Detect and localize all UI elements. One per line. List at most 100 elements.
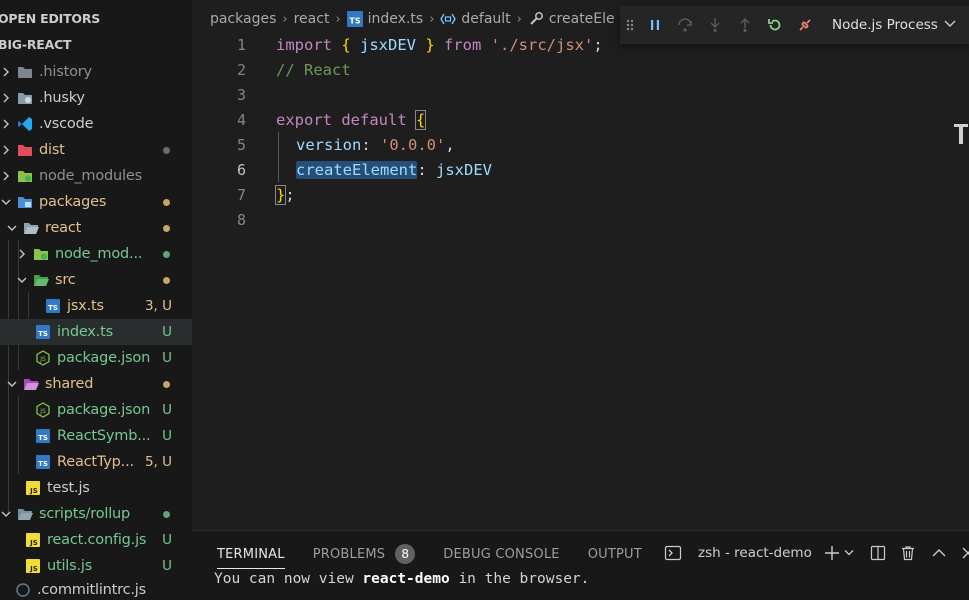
tree-item-history[interactable]: .history (0, 59, 192, 85)
tree-item-scripts-rollup[interactable]: scripts/rollup (0, 501, 192, 527)
drag-handle-icon[interactable] (620, 10, 640, 40)
code-line: 5 version: '0.0.0', (192, 132, 969, 157)
breadcrumb-symbol-create-element[interactable]: createEle (549, 11, 615, 27)
tree-item-react-config-js[interactable]: JS react.config.js U (0, 527, 192, 553)
shared-folder-open-icon (23, 376, 39, 392)
scrollbar-cursor-marker[interactable] (952, 124, 969, 144)
code-text: // React (276, 60, 351, 79)
tab-problems[interactable]: PROBLEMS 8 (313, 543, 416, 565)
tree-item-jsx-ts[interactable]: TS jsx.ts 3, U (0, 293, 192, 319)
step-out-icon[interactable] (730, 10, 760, 40)
code-text: }; (274, 184, 295, 205)
tree-item-label: package.json (57, 350, 151, 366)
tree-item-react[interactable]: react (0, 215, 192, 241)
status-dot (163, 146, 170, 154)
tree-item-react-symbols[interactable]: TS ReactSymb... U (0, 423, 192, 449)
tree-item-label: utils.js (47, 558, 93, 574)
tree-item-src[interactable]: src (0, 267, 192, 293)
line-number: 8 (236, 210, 246, 229)
svg-text:JS: JS (29, 539, 38, 547)
breadcrumb-symbol-default[interactable]: default (461, 11, 510, 27)
breadcrumb-file[interactable]: index.ts (368, 11, 424, 27)
typescript-icon: TS (346, 11, 363, 27)
chevron-down-icon (0, 189, 12, 215)
git-status: U (162, 350, 172, 366)
bottom-panel: TERMINAL PROBLEMS 8 DEBUG CONSOLE OUTPUT … (192, 530, 969, 600)
tree-item-react-types[interactable]: TS ReactTyp... 5, U (0, 449, 192, 475)
tree-item-index-ts[interactable]: TS index.ts U (0, 319, 192, 345)
tree-item-vscode[interactable]: .vscode (0, 111, 192, 137)
javascript-icon: JS (25, 532, 41, 548)
terminal-icon (664, 541, 682, 565)
tree-item-husky[interactable]: .husky (0, 85, 192, 111)
tab-debug-console[interactable]: DEBUG CONSOLE (443, 543, 559, 565)
tree-item-node-modules[interactable]: node_modules (0, 163, 192, 189)
pause-icon[interactable] (640, 10, 670, 40)
status-dot (163, 250, 170, 258)
disconnect-icon[interactable] (790, 10, 820, 40)
tree-item-label: jsx.ts (67, 298, 104, 314)
breadcrumb-separator-icon: › (282, 11, 288, 27)
tree-item-package-json[interactable]: JS package.json U (0, 345, 192, 371)
status-dot (163, 224, 170, 232)
add-terminal-icon[interactable] (824, 541, 840, 565)
wrench-icon (528, 11, 544, 27)
tree-item-packages[interactable]: packages (0, 189, 192, 215)
typescript-icon: TS (35, 324, 51, 340)
tab-terminal[interactable]: TERMINAL (217, 543, 285, 569)
debug-session-select[interactable]: Node.js Process (832, 17, 956, 33)
tree-item-label: react.config.js (47, 532, 147, 548)
tab-output[interactable]: OUTPUT (588, 543, 642, 565)
tree-item-label: node_modules (39, 168, 142, 184)
code-line: 8 (192, 207, 969, 232)
svg-text:TS: TS (38, 330, 48, 338)
nodejs-icon: JS (35, 350, 51, 366)
typescript-icon: TS (35, 428, 51, 444)
tree-item-utils-js[interactable]: JS utils.js U (0, 553, 192, 579)
chevron-down-icon[interactable] (844, 541, 854, 565)
tree-item-test-js[interactable]: JS test.js (0, 475, 192, 501)
tree-item-shared[interactable]: shared (0, 371, 192, 397)
tree-item-shared-package-json[interactable]: JS package.json U (0, 397, 192, 423)
tree-item-react-node-modules[interactable]: node_mod... (0, 241, 192, 267)
project-header[interactable]: BIG-REACT (0, 35, 72, 55)
packages-folder-icon (17, 194, 33, 210)
svg-text:TS: TS (48, 304, 58, 312)
svg-text:JS: JS (29, 565, 38, 573)
scripts-folder-open-icon (17, 506, 33, 522)
tree-item-commitlintrc[interactable]: .commitlintrc.js (0, 577, 192, 600)
chevron-right-icon (16, 241, 28, 267)
breadcrumb-packages[interactable]: packages (210, 11, 276, 27)
status-dot (163, 380, 170, 388)
tree-item-label: index.ts (57, 324, 113, 340)
code-line: 3 (192, 82, 969, 107)
code-editor[interactable]: packages › react › TS index.ts › default… (192, 0, 969, 530)
split-terminal-icon[interactable] (870, 541, 886, 565)
trash-icon[interactable] (900, 541, 916, 565)
open-editors-header[interactable]: OPEN EDITORS (0, 9, 100, 29)
close-icon[interactable] (962, 541, 969, 565)
tree-item-label: src (55, 272, 76, 288)
code-line-current: 6 createElement: jsxDEV (192, 157, 969, 182)
git-status: 5, U (144, 454, 172, 470)
dist-folder-icon (17, 142, 33, 158)
step-into-icon[interactable] (700, 10, 730, 40)
status-dot (163, 198, 170, 206)
git-status: U (162, 428, 172, 444)
tree-item-dist[interactable]: dist (0, 137, 192, 163)
tree-item-label: .history (39, 64, 92, 80)
terminal-name[interactable]: zsh - react-demo (698, 545, 812, 561)
src-folder-open-icon (33, 272, 49, 288)
line-number: 1 (236, 35, 246, 54)
tree-item-label: ReactTyp... (57, 454, 134, 470)
breadcrumb-react[interactable]: react (294, 11, 330, 27)
typescript-icon: TS (35, 454, 51, 470)
terminal-output-line: You can now view react-demo in the brows… (214, 571, 590, 587)
chevron-right-icon (0, 163, 12, 189)
chevron-up-icon[interactable] (932, 541, 946, 565)
restart-icon[interactable] (760, 10, 790, 40)
git-status: U (162, 324, 172, 340)
javascript-icon: JS (25, 480, 41, 496)
step-over-icon[interactable] (670, 10, 700, 40)
git-status: U (162, 402, 172, 418)
